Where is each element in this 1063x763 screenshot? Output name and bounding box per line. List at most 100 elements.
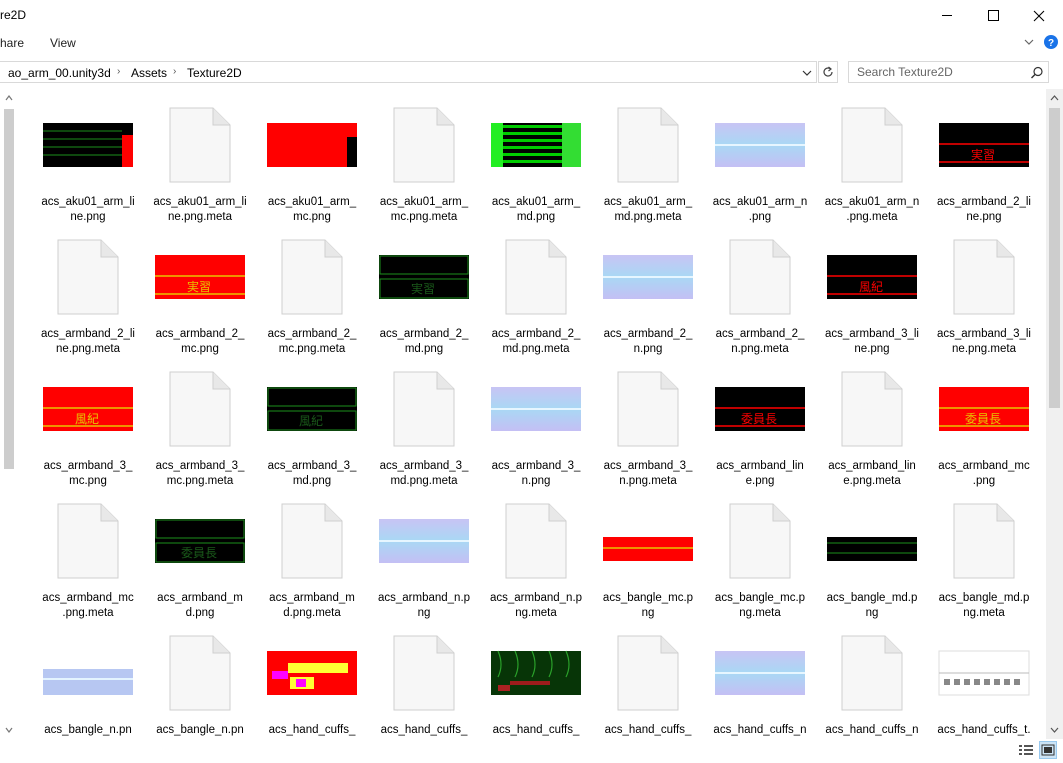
vertical-scrollbar[interactable]	[1046, 89, 1063, 739]
file-name-line-1: acs_armband_2_li	[937, 196, 1031, 208]
file-item[interactable]: acs_bangle_mc.p ng	[592, 491, 704, 619]
search-box[interactable]	[848, 61, 1049, 83]
file-item[interactable]: acs_bangle_mc.p ng.meta	[704, 491, 816, 619]
file-item[interactable]: acs_armband_2_ md.png.meta	[480, 227, 592, 355]
file-item[interactable]: acs_armband_2_ mc.png.meta	[256, 227, 368, 355]
texture-thumbnail	[267, 123, 357, 167]
file-item[interactable]: acs_armband_3_li ne.png.meta	[928, 227, 1040, 355]
file-item[interactable]: acs_aku01_arm_n .png	[704, 95, 816, 223]
file-name-line-2: .png.meta	[846, 211, 898, 223]
file-item[interactable]: acs_aku01_arm_ md.png	[480, 95, 592, 223]
file-item[interactable]: acs_hand_cuffs_	[480, 623, 592, 737]
file-item[interactable]: acs_aku01_arm_li ne.png.meta	[144, 95, 256, 223]
file-item[interactable]: acs_aku01_arm_ md.png.meta	[592, 95, 704, 223]
texture-thumbnail	[491, 387, 581, 431]
file-item[interactable]: acs_armband_2_ n.png.meta	[704, 227, 816, 355]
file-item[interactable]: acs_bangle_n.pn	[144, 623, 256, 737]
file-item[interactable]: 実習 acs_armband_2_ md.png	[368, 227, 480, 355]
scroll-up-icon[interactable]	[1046, 90, 1063, 106]
file-item[interactable]: 実習 acs_armband_2_ mc.png	[144, 227, 256, 355]
file-item[interactable]: acs_armband_n.p ng	[368, 491, 480, 619]
file-item[interactable]: 風紀 acs_armband_3_ mc.png	[32, 359, 144, 487]
address-bar[interactable]: ao_arm_00.unity3d › Assets › Texture2D	[0, 61, 817, 83]
file-name-line-1: acs_armband_3_	[603, 460, 693, 472]
navigation-pane-scrollbar[interactable]	[4, 109, 14, 469]
file-name-label: acs_armband_2_ mc.png.meta	[258, 327, 366, 357]
address-dropdown-button[interactable]	[800, 66, 814, 80]
file-name-line-2: n.png	[521, 475, 551, 487]
breadcrumb-bundle[interactable]: ao_arm_00.unity3d	[8, 66, 111, 80]
file-item[interactable]: acs_armband_3_ n.png	[480, 359, 592, 487]
file-name-line-1: acs_armband_2_	[379, 328, 469, 340]
file-name-line-1: acs_armband_n.p	[377, 592, 471, 604]
file-name-label: acs_armband_2_li ne.png.meta	[34, 327, 142, 357]
file-name-line-2: ng	[865, 607, 879, 619]
title-bar: re2D	[0, 0, 1063, 31]
refresh-button[interactable]	[818, 61, 838, 83]
file-thumbnail: 風紀	[32, 359, 144, 459]
file-icon	[393, 635, 455, 711]
file-name-line-2: ne.png.meta	[168, 211, 232, 223]
file-item[interactable]: acs_hand_cuffs_	[256, 623, 368, 737]
tab-view[interactable]: View	[50, 36, 76, 50]
file-item[interactable]: acs_armband_lin e.png.meta	[816, 359, 928, 487]
search-input[interactable]	[849, 62, 1032, 82]
scroll-down-icon[interactable]	[0, 723, 18, 737]
file-item[interactable]: 実習 acs_armband_2_li ne.png	[928, 95, 1040, 223]
file-icon	[281, 239, 343, 315]
file-name-line-1: acs_hand_cuffs_n	[713, 724, 807, 736]
scrollbar-thumb[interactable]	[1049, 108, 1060, 408]
file-item[interactable]: 風紀 acs_armband_3_li ne.png	[816, 227, 928, 355]
file-item[interactable]: acs_aku01_arm_ mc.png	[256, 95, 368, 223]
file-thumbnail: 委員長	[928, 359, 1040, 459]
file-item[interactable]: acs_aku01_arm_ mc.png.meta	[368, 95, 480, 223]
file-name-line-1: acs_armband_2_	[603, 328, 693, 340]
file-name-label: acs_aku01_arm_li ne.png.meta	[146, 195, 254, 225]
navigation-pane[interactable]	[0, 89, 18, 739]
breadcrumb-texture2d[interactable]: Texture2D	[187, 66, 242, 80]
tab-share[interactable]: hare	[0, 36, 24, 50]
scroll-down-icon[interactable]	[1046, 722, 1063, 738]
breadcrumb-assets[interactable]: Assets	[131, 66, 167, 80]
help-button[interactable]: ?	[1043, 34, 1059, 50]
file-name-line-1: acs_armband_3_li	[937, 328, 1031, 340]
file-item[interactable]: acs_bangle_md.p ng.meta	[928, 491, 1040, 619]
large-icons-view-button[interactable]	[1039, 741, 1057, 759]
texture-thumbnail	[491, 123, 581, 167]
search-button[interactable]	[1030, 66, 1044, 80]
scroll-up-icon[interactable]	[0, 91, 18, 105]
file-item[interactable]: acs_hand_cuffs_t.	[928, 623, 1040, 737]
file-item[interactable]: acs_aku01_arm_li ne.png	[32, 95, 144, 223]
file-item[interactable]: acs_armband_2_ n.png	[592, 227, 704, 355]
file-thumbnail: 委員長	[144, 491, 256, 591]
file-item[interactable]: acs_armband_3_ md.png.meta	[368, 359, 480, 487]
file-item[interactable]: acs_armband_m d.png.meta	[256, 491, 368, 619]
maximize-button[interactable]	[970, 0, 1016, 31]
file-item[interactable]: 委員長 acs_armband_mc .png	[928, 359, 1040, 487]
file-item[interactable]: acs_hand_cuffs_	[592, 623, 704, 737]
file-name-line-1: acs_armband_m	[157, 592, 243, 604]
file-item[interactable]: acs_hand_cuffs_n	[704, 623, 816, 737]
ribbon-expand-button[interactable]	[1022, 35, 1036, 49]
file-item[interactable]: acs_armband_n.p ng.meta	[480, 491, 592, 619]
minimize-button[interactable]	[924, 0, 970, 31]
file-item[interactable]: acs_aku01_arm_n .png.meta	[816, 95, 928, 223]
file-item[interactable]: acs_bangle_md.p ng	[816, 491, 928, 619]
file-thumbnail: 風紀	[816, 227, 928, 327]
file-item[interactable]: 委員長 acs_armband_m d.png	[144, 491, 256, 619]
file-item[interactable]: acs_hand_cuffs_n	[816, 623, 928, 737]
file-item[interactable]: acs_bangle_n.pn	[32, 623, 144, 737]
file-item[interactable]: 委員長 acs_armband_lin e.png	[704, 359, 816, 487]
file-item[interactable]: acs_armband_2_li ne.png.meta	[32, 227, 144, 355]
file-item[interactable]: acs_armband_3_ mc.png.meta	[144, 359, 256, 487]
file-item[interactable]: acs_hand_cuffs_	[368, 623, 480, 737]
file-name-line-1: acs_armband_3_	[155, 460, 245, 472]
file-item[interactable]: acs_armband_mc .png.meta	[32, 491, 144, 619]
file-icon	[393, 371, 455, 447]
close-button[interactable]	[1016, 0, 1062, 31]
file-item[interactable]: acs_armband_3_ n.png.meta	[592, 359, 704, 487]
details-view-button[interactable]	[1017, 741, 1035, 759]
breadcrumb-separator-icon[interactable]: ›	[117, 66, 120, 77]
file-item[interactable]: 風紀 acs_armband_3_ md.png	[256, 359, 368, 487]
breadcrumb-separator-icon[interactable]: ›	[173, 66, 176, 77]
